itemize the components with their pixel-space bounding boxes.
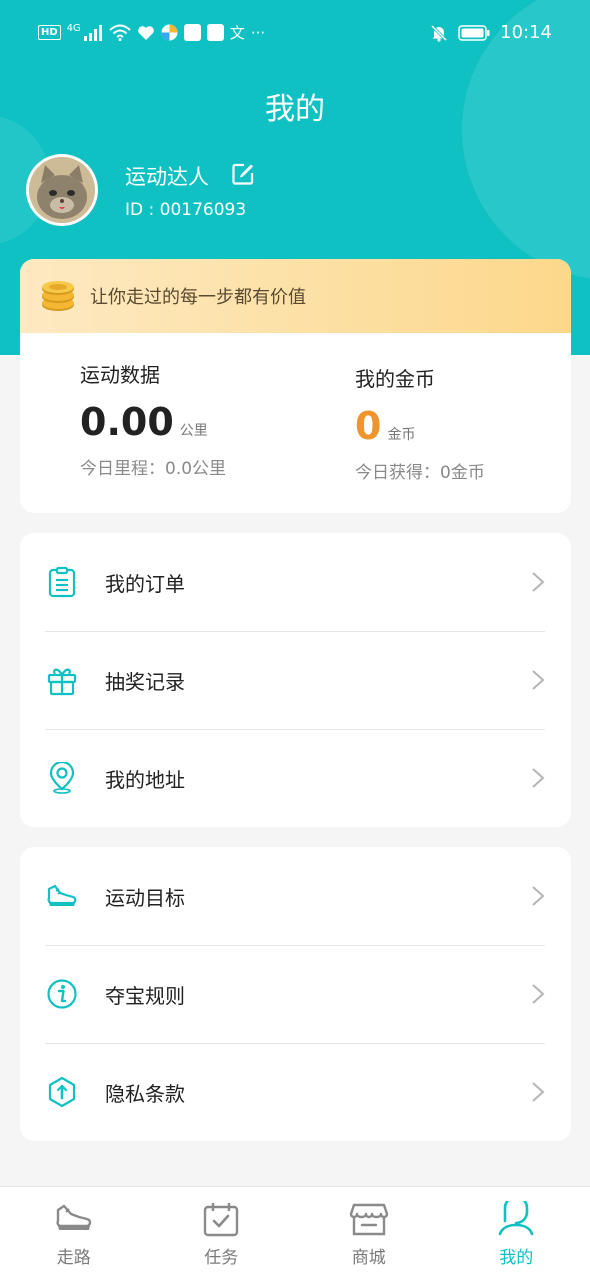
coins-stat[interactable]: 我的金币 0 金币 今日获得：0金币 bbox=[355, 363, 485, 483]
menu-label: 隐私条款 bbox=[105, 1081, 185, 1106]
health-icon bbox=[137, 25, 154, 40]
clipboard-icon bbox=[48, 566, 76, 598]
shield-icon bbox=[48, 1076, 76, 1108]
signal-icon bbox=[83, 25, 102, 41]
chevron-right-icon bbox=[532, 984, 545, 1004]
status-bar: HD 4G 文 ··· 10:14 bbox=[0, 18, 590, 50]
tab-label: 我的 bbox=[499, 1248, 534, 1268]
clock: 10:14 bbox=[500, 22, 552, 43]
menu-item-treasure-rules[interactable]: 夺宝规则 bbox=[20, 945, 571, 1043]
sneaker-icon bbox=[47, 884, 77, 906]
gift-icon bbox=[47, 668, 77, 696]
tab-label: 走路 bbox=[56, 1248, 91, 1268]
stats-card: 让你走过的每一步都有价值 运动数据 0.00 公里 今日里程：0.0公里 我的金… bbox=[20, 259, 571, 513]
chevron-right-icon bbox=[532, 670, 545, 690]
menu-label: 夺宝规则 bbox=[105, 983, 185, 1008]
coins-label: 我的金币 bbox=[355, 367, 435, 391]
info-icon bbox=[47, 979, 77, 1009]
tab-tasks[interactable]: 任务 bbox=[148, 1187, 296, 1278]
today-distance: 今日里程：0.0公里 bbox=[80, 459, 227, 479]
coins-unit: 金币 bbox=[387, 427, 416, 443]
slogan-banner: 让你走过的每一步都有价值 bbox=[20, 259, 571, 333]
menu-label: 抽奖记录 bbox=[105, 669, 185, 694]
person-icon bbox=[498, 1201, 534, 1236]
sport-label: 运动数据 bbox=[80, 363, 160, 387]
app-icon bbox=[183, 24, 201, 41]
menu-group-rules: 运动目标 夺宝规则 隐私条款 bbox=[20, 847, 571, 1141]
store-icon bbox=[349, 1203, 388, 1236]
chevron-right-icon bbox=[532, 768, 545, 788]
calendar-check-icon bbox=[204, 1203, 239, 1237]
app-icon bbox=[206, 24, 224, 41]
chevron-right-icon bbox=[532, 886, 545, 906]
menu-label: 我的订单 bbox=[105, 571, 185, 596]
username: 运动达人 bbox=[125, 165, 209, 189]
distance-value: 0.00 bbox=[80, 400, 174, 444]
menu-group-orders: 我的订单 抽奖记录 我的地址 bbox=[20, 533, 571, 827]
menu-label: 我的地址 bbox=[105, 767, 185, 792]
more-notifications: ··· bbox=[250, 23, 266, 42]
coin-stack-icon bbox=[42, 281, 74, 311]
tab-label: 商城 bbox=[351, 1248, 386, 1268]
sport-stat[interactable]: 运动数据 0.00 公里 今日里程：0.0公里 bbox=[80, 359, 226, 479]
edit-icon[interactable] bbox=[231, 162, 255, 186]
menu-item-address[interactable]: 我的地址 bbox=[20, 729, 571, 827]
text-glyph: 文 bbox=[229, 24, 245, 42]
hd-indicator: HD bbox=[38, 25, 61, 40]
chevron-right-icon bbox=[532, 1082, 545, 1102]
slogan-text: 让你走过的每一步都有价值 bbox=[90, 287, 306, 308]
tab-mine[interactable]: 我的 bbox=[443, 1187, 590, 1278]
menu-item-privacy[interactable]: 隐私条款 bbox=[20, 1043, 571, 1141]
bottom-tab-bar: 走路 任务 商城 我的 bbox=[0, 1186, 590, 1278]
network-type: 4G bbox=[66, 23, 81, 34]
menu-item-sport-goal[interactable]: 运动目标 bbox=[20, 847, 571, 945]
coins-value: 0 bbox=[355, 404, 382, 448]
avatar[interactable] bbox=[26, 154, 98, 226]
distance-unit: 公里 bbox=[179, 423, 208, 439]
tab-mall[interactable]: 商城 bbox=[295, 1187, 443, 1278]
menu-item-orders[interactable]: 我的订单 bbox=[20, 533, 571, 631]
user-id: ID : 00176093 bbox=[125, 200, 247, 220]
chevron-right-icon bbox=[532, 572, 545, 592]
tab-label: 任务 bbox=[204, 1248, 239, 1268]
menu-label: 运动目标 bbox=[105, 885, 185, 910]
mute-bell-icon bbox=[431, 24, 448, 42]
menu-item-lottery-records[interactable]: 抽奖记录 bbox=[20, 631, 571, 729]
battery-icon bbox=[458, 24, 490, 41]
shoe-icon bbox=[56, 1204, 91, 1230]
location-icon bbox=[49, 762, 75, 794]
app-icon bbox=[161, 24, 178, 41]
wifi-icon bbox=[109, 24, 131, 41]
tab-walk[interactable]: 走路 bbox=[0, 1187, 148, 1278]
today-coins: 今日获得：0金币 bbox=[355, 463, 485, 483]
cat-avatar-icon bbox=[29, 157, 95, 223]
page-title: 我的 bbox=[265, 92, 325, 127]
